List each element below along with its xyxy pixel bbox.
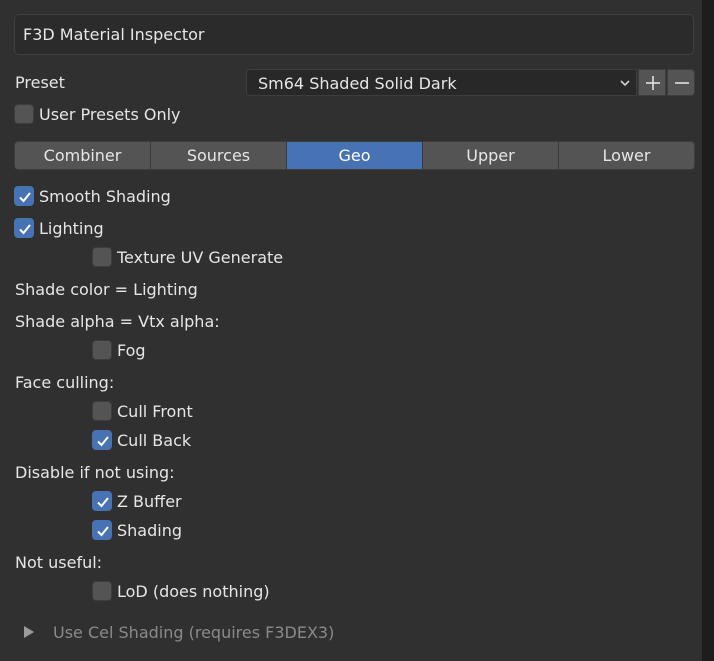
tab-geo[interactable]: Geo bbox=[287, 142, 423, 169]
tab-upper[interactable]: Upper bbox=[423, 142, 559, 169]
smooth-shading-label: Smooth Shading bbox=[39, 187, 171, 206]
shading-checkbox[interactable] bbox=[92, 520, 112, 540]
scrollbar[interactable] bbox=[702, 0, 714, 661]
lighting-label: Lighting bbox=[39, 219, 104, 238]
material-inspector-panel: F3D Material Inspector Preset Sm64 Shade… bbox=[0, 0, 702, 661]
z-buffer-checkbox[interactable] bbox=[92, 491, 112, 511]
checkmark-icon bbox=[97, 526, 109, 537]
face-culling-heading: Face culling: bbox=[15, 373, 115, 392]
cull-front-checkbox[interactable] bbox=[92, 401, 112, 421]
lod-label: LoD (does nothing) bbox=[117, 582, 270, 601]
preset-dropdown[interactable]: Sm64 Shaded Solid Dark bbox=[246, 69, 637, 96]
expand-triangle-icon[interactable] bbox=[24, 626, 34, 638]
material-tabs: Combiner Sources Geo Upper Lower bbox=[14, 141, 695, 170]
texture-uv-generate-checkbox[interactable] bbox=[92, 247, 112, 267]
preset-value: Sm64 Shaded Solid Dark bbox=[258, 74, 457, 93]
remove-preset-button[interactable] bbox=[667, 69, 695, 96]
cull-front-label: Cull Front bbox=[117, 402, 193, 421]
plus-icon bbox=[646, 76, 660, 90]
shading-label: Shading bbox=[117, 521, 182, 540]
add-preset-button[interactable] bbox=[638, 69, 666, 96]
lod-checkbox[interactable] bbox=[92, 581, 112, 601]
lighting-checkbox[interactable] bbox=[14, 218, 34, 238]
smooth-shading-checkbox[interactable] bbox=[14, 186, 34, 206]
checkmark-icon bbox=[97, 497, 109, 508]
fog-checkbox[interactable] bbox=[92, 340, 112, 360]
texture-uv-generate-label: Texture UV Generate bbox=[117, 248, 284, 267]
cull-back-label: Cull Back bbox=[117, 431, 192, 450]
shade-alpha-text: Shade alpha = Vtx alpha: bbox=[15, 312, 220, 331]
checkmark-icon bbox=[19, 192, 31, 203]
cel-shading-subpanel-header[interactable]: Use Cel Shading (requires F3DEX3) bbox=[53, 623, 334, 642]
chevron-down-icon bbox=[620, 80, 630, 87]
inspector-header: F3D Material Inspector bbox=[14, 14, 694, 55]
cull-back-checkbox[interactable] bbox=[92, 430, 112, 450]
not-useful-heading: Not useful: bbox=[15, 553, 103, 572]
fog-label: Fog bbox=[117, 341, 146, 360]
checkmark-icon bbox=[19, 224, 31, 235]
shade-color-text: Shade color = Lighting bbox=[15, 280, 198, 299]
preset-label: Preset bbox=[15, 73, 65, 92]
tab-sources[interactable]: Sources bbox=[151, 142, 287, 169]
z-buffer-label: Z Buffer bbox=[117, 492, 182, 511]
minus-icon bbox=[675, 82, 689, 84]
inspector-title: F3D Material Inspector bbox=[23, 25, 205, 44]
checkmark-icon bbox=[97, 436, 109, 447]
tab-lower[interactable]: Lower bbox=[559, 142, 694, 169]
disable-if-not-using-heading: Disable if not using: bbox=[15, 463, 175, 482]
user-presets-only-checkbox[interactable] bbox=[14, 104, 34, 124]
tab-combiner[interactable]: Combiner bbox=[15, 142, 151, 169]
user-presets-only-label: User Presets Only bbox=[39, 105, 181, 124]
